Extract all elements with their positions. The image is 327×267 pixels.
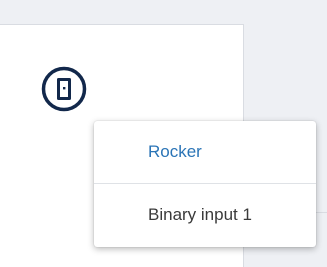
menu-item-binary-input-1[interactable]: Binary input 1 <box>94 184 316 246</box>
context-menu: Rocker Binary input 1 <box>94 121 316 247</box>
right-panel-divider <box>316 212 327 213</box>
top-toolbar-area <box>0 0 327 24</box>
menu-item-rocker[interactable]: Rocker <box>94 121 316 183</box>
door-contact-icon[interactable] <box>41 66 87 112</box>
